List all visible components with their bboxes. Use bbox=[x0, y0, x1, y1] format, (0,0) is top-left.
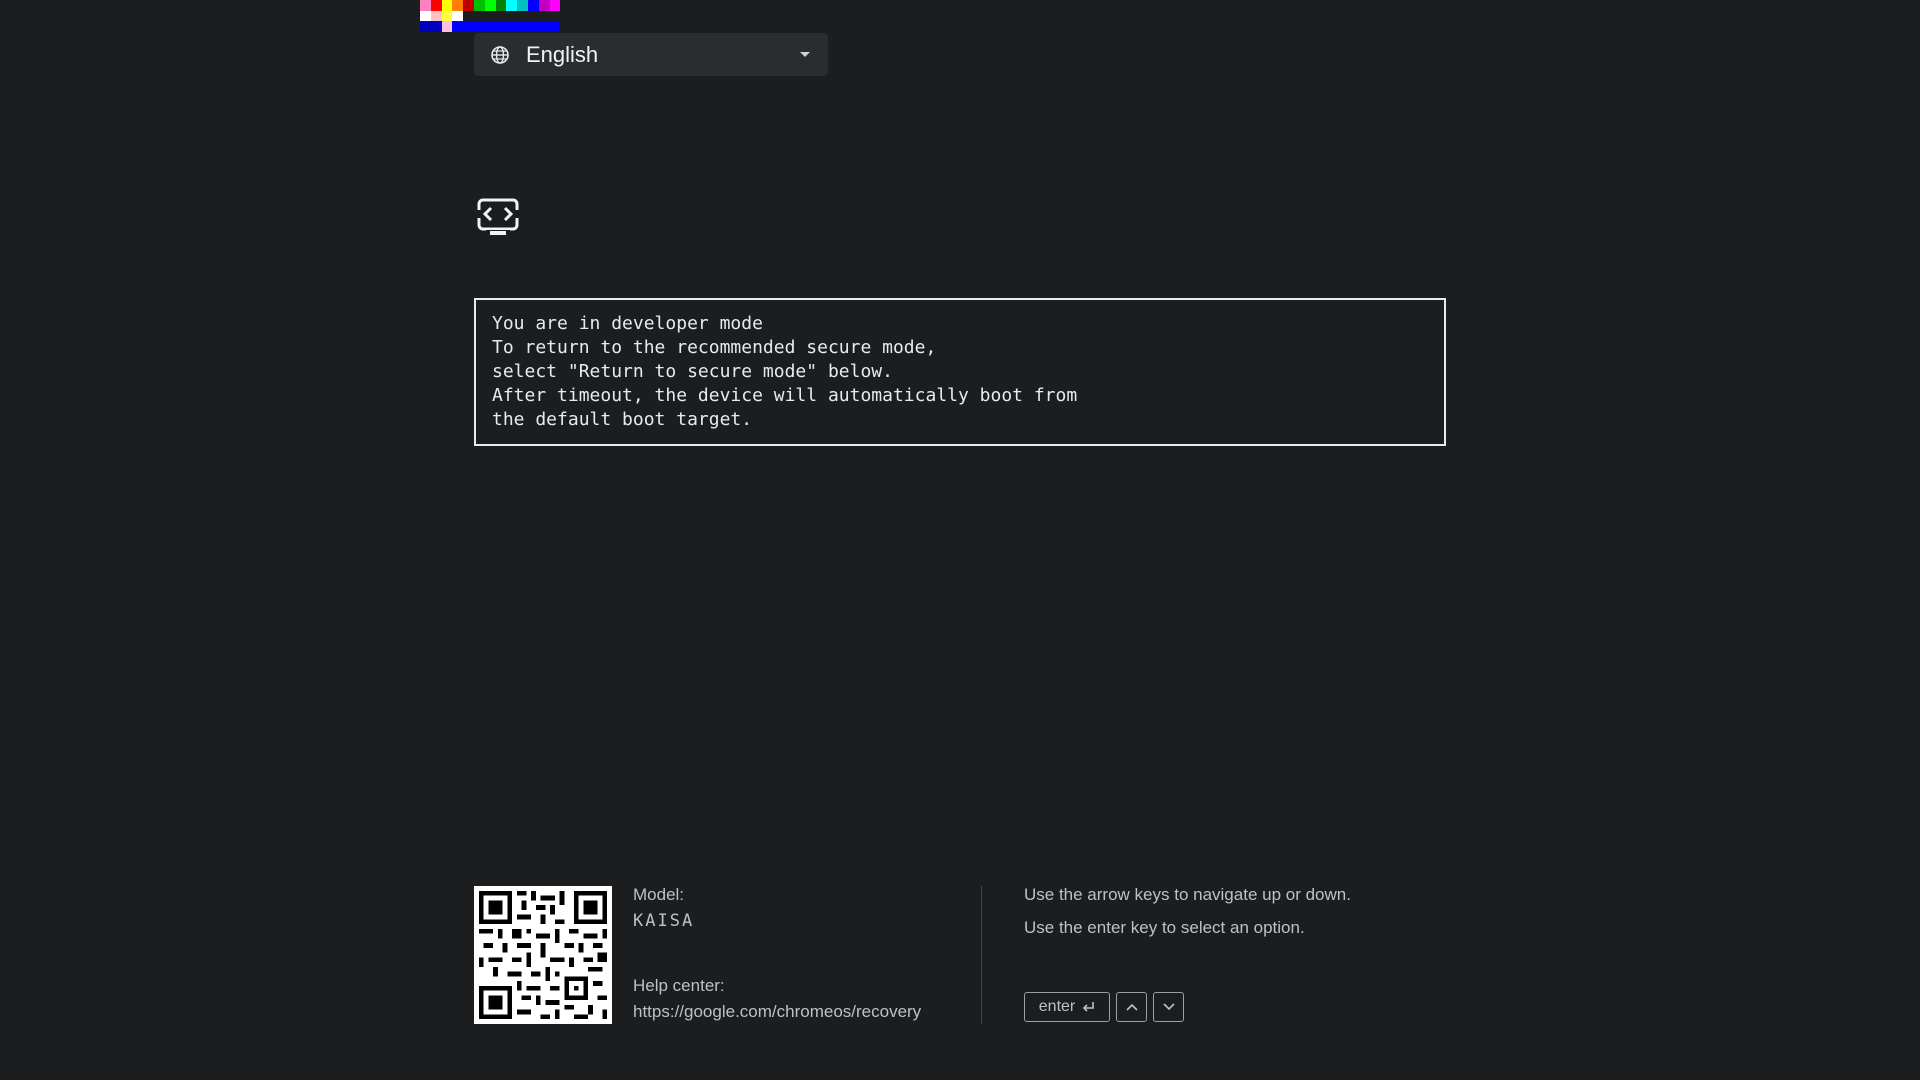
debug-pixel bbox=[506, 21, 518, 32]
message-line: select "Return to secure mode" below. bbox=[492, 361, 893, 382]
chevron-down-icon bbox=[1162, 1003, 1175, 1011]
select-instruction: Use the enter key to select an option. bbox=[1024, 918, 1305, 937]
navigate-instruction: Use the arrow keys to navigate up or dow… bbox=[1024, 885, 1351, 904]
model-value: KAISA bbox=[633, 911, 695, 931]
debug-pixel bbox=[430, 11, 442, 21]
up-key-hint bbox=[1116, 992, 1147, 1022]
caret-down-icon bbox=[800, 52, 810, 57]
debug-pixel bbox=[463, 0, 474, 11]
chevron-up-icon bbox=[1125, 1003, 1138, 1011]
message-line: the default boot target. bbox=[492, 409, 753, 430]
debug-pixel bbox=[420, 0, 431, 11]
enter-key-hint: enter bbox=[1024, 992, 1110, 1022]
debug-pixel bbox=[420, 21, 431, 32]
footer-divider bbox=[981, 886, 982, 1024]
message-line: You are in developer mode bbox=[492, 313, 763, 334]
debug-pixel bbox=[538, 21, 550, 32]
debug-pixel bbox=[517, 11, 528, 21]
debug-pixel bbox=[549, 11, 561, 21]
debug-pixel bbox=[538, 0, 550, 11]
debug-strip-row-2 bbox=[420, 11, 561, 21]
debug-pixel bbox=[495, 11, 507, 21]
debug-pixel bbox=[495, 21, 507, 32]
qr-code-icon bbox=[474, 886, 612, 1024]
debug-pixel bbox=[517, 21, 528, 32]
debug-pixel bbox=[506, 11, 518, 21]
language-select[interactable]: English bbox=[474, 33, 828, 76]
debug-pixel bbox=[517, 0, 528, 11]
debug-pixel bbox=[430, 0, 442, 11]
debug-pixel bbox=[549, 0, 561, 11]
help-center-label: Help center: bbox=[633, 976, 725, 995]
debug-color-strip bbox=[420, 0, 594, 32]
debug-pixel bbox=[473, 11, 485, 21]
debug-pixel bbox=[430, 21, 442, 32]
debug-pixel bbox=[527, 21, 539, 32]
enter-key-label: enter bbox=[1038, 998, 1076, 1015]
return-arrow-icon bbox=[1083, 1002, 1095, 1012]
debug-pixel bbox=[506, 0, 518, 11]
debug-pixel bbox=[441, 0, 453, 11]
debug-pixel bbox=[473, 0, 485, 11]
debug-pixel bbox=[452, 21, 464, 32]
developer-mode-icon bbox=[476, 198, 520, 235]
debug-pixel bbox=[549, 21, 561, 32]
debug-pixel bbox=[441, 21, 453, 32]
debug-pixel bbox=[484, 11, 496, 21]
developer-mode-message-box: You are in developer mode To return to t… bbox=[474, 298, 1446, 446]
down-key-hint bbox=[1153, 992, 1184, 1022]
message-line: After timeout, the device will automatic… bbox=[492, 385, 1078, 406]
debug-pixel bbox=[527, 11, 539, 21]
language-select-label: English bbox=[526, 41, 599, 67]
message-line: To return to the recommended secure mode… bbox=[492, 337, 937, 358]
debug-pixel bbox=[463, 21, 474, 32]
debug-pixel bbox=[484, 21, 496, 32]
debug-pixel bbox=[441, 11, 453, 21]
debug-pixel bbox=[473, 21, 485, 32]
debug-pixel bbox=[484, 0, 496, 11]
debug-pixel bbox=[527, 0, 539, 11]
debug-pixel bbox=[538, 11, 550, 21]
debug-strip-row-1 bbox=[420, 0, 561, 11]
help-center-link[interactable]: https://google.com/chromeos/recovery bbox=[633, 1002, 921, 1022]
debug-pixel bbox=[495, 0, 507, 11]
debug-pixel bbox=[420, 11, 431, 21]
globe-icon bbox=[491, 45, 509, 64]
debug-pixel bbox=[452, 0, 464, 11]
model-label: Model: bbox=[633, 885, 685, 904]
debug-pixel bbox=[463, 11, 474, 21]
debug-pixel bbox=[452, 11, 464, 21]
debug-strip-row-3 bbox=[420, 21, 561, 32]
